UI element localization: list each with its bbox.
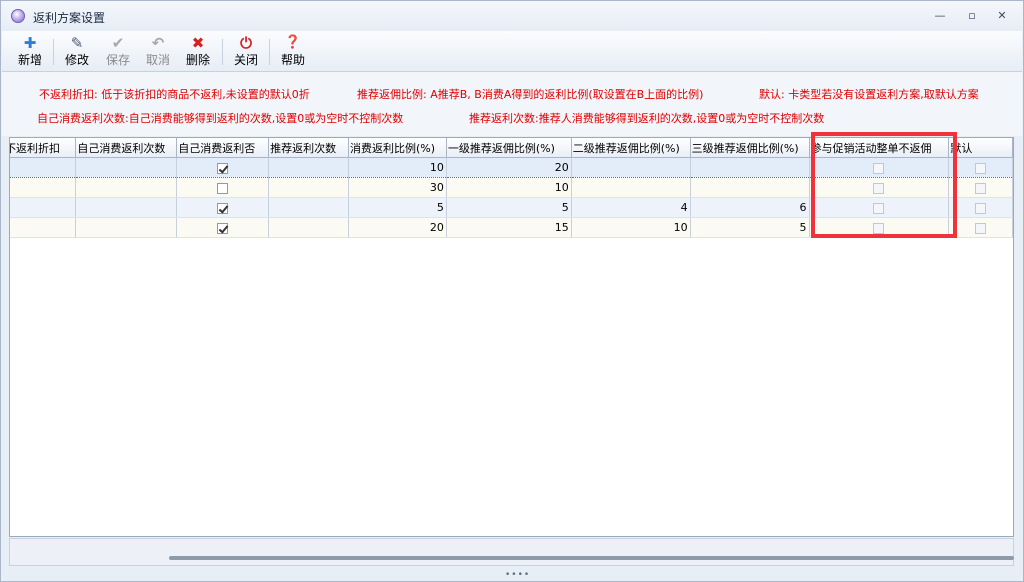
- cancel-label: 取消: [145, 53, 170, 67]
- toolbar-separator: [53, 39, 54, 65]
- cell-consume-ratio[interactable]: 20: [348, 217, 447, 238]
- info-panel: 不返利折扣: 低于该折扣的商品不返利,未设置的默认0折 推荐返佣比例: A推荐B…: [2, 72, 1022, 136]
- cell-discount[interactable]: [10, 197, 77, 218]
- default-checkbox[interactable]: [975, 182, 987, 194]
- app-logo-icon: [11, 9, 25, 23]
- info-self-times-note: 自己消费返利次数:自己消费能够得到返利的次数,设置0或为空时不控制次数: [37, 112, 404, 125]
- help-icon: ❓: [284, 35, 302, 50]
- cell-level2-ratio[interactable]: 4: [571, 197, 691, 218]
- cell-referral-times[interactable]: [268, 217, 349, 238]
- cell-level1-ratio[interactable]: 15: [446, 217, 572, 238]
- col-header-consume-ratio[interactable]: 消费返利比例(%): [348, 138, 447, 158]
- cell-discount[interactable]: [10, 157, 77, 178]
- self-rebate-checkbox[interactable]: [217, 222, 229, 234]
- self-rebate-checkbox[interactable]: [217, 182, 229, 194]
- toolbar: ✚ 新增 ✎ 修改 ✔ 保存 ↶ 取消 ✖ 删除 ⏻ 关闭 ❓ 帮助: [2, 31, 1022, 72]
- cell-level2-ratio[interactable]: [571, 177, 691, 198]
- check-icon: ✔: [111, 34, 125, 52]
- cell-level2-ratio[interactable]: [571, 157, 691, 178]
- cell-self-times[interactable]: [75, 217, 178, 238]
- help-label: 帮助: [280, 53, 305, 67]
- cell-level3-ratio[interactable]: 6: [690, 197, 810, 218]
- undo-icon: ↶: [151, 34, 165, 52]
- cell-level1-ratio[interactable]: 5: [446, 197, 572, 218]
- cell-default[interactable]: [948, 197, 1013, 218]
- bottom-panel: [9, 538, 1014, 566]
- info-discount-note: 不返利折扣: 低于该折扣的商品不返利,未设置的默认0折: [39, 88, 310, 101]
- cell-level1-ratio[interactable]: 10: [446, 177, 572, 198]
- cell-discount[interactable]: [10, 177, 77, 198]
- main-window: 返利方案设置 — ▫ ✕ ✚ 新增 ✎ 修改 ✔ 保存 ↶ 取消 ✖ 删除 ⏻ …: [0, 0, 1024, 582]
- cell-default[interactable]: [948, 177, 1013, 198]
- horizontal-scrollbar[interactable]: [169, 556, 1014, 560]
- edit-icon: ✎: [70, 34, 84, 52]
- highlight-box: [811, 132, 957, 238]
- info-referral-times-note: 推荐返利次数:推荐人消费能够得到返利的次数,设置0或为空时不控制次数: [469, 112, 825, 125]
- cell-self-rebate[interactable]: [176, 177, 270, 198]
- toolbar-separator: [269, 39, 270, 65]
- cell-self-times[interactable]: [75, 157, 178, 178]
- delete-label: 删除: [185, 53, 210, 67]
- col-header-level2-ratio[interactable]: 二级推荐返佣比例(%): [571, 138, 691, 158]
- col-header-default[interactable]: 默认: [948, 138, 1013, 158]
- edit-button[interactable]: ✎ 修改: [59, 34, 95, 68]
- col-header-referral-times[interactable]: 推荐返利次数: [268, 138, 349, 158]
- close-window-icon[interactable]: ✕: [991, 7, 1013, 25]
- self-rebate-checkbox[interactable]: [217, 162, 229, 174]
- close-label: 关闭: [233, 53, 258, 67]
- cell-self-rebate[interactable]: [176, 217, 270, 238]
- cancel-button[interactable]: ↶ 取消: [140, 34, 176, 68]
- default-checkbox[interactable]: [975, 202, 987, 214]
- cell-self-rebate[interactable]: [176, 197, 270, 218]
- default-checkbox[interactable]: [975, 222, 987, 234]
- self-rebate-checkbox[interactable]: [217, 202, 229, 214]
- cell-consume-ratio[interactable]: 5: [348, 197, 447, 218]
- maximize-icon[interactable]: ▫: [961, 7, 983, 25]
- cell-self-times[interactable]: [75, 177, 178, 198]
- col-header-self-times[interactable]: 自己消费返利次数: [75, 138, 178, 158]
- cell-consume-ratio[interactable]: 10: [348, 157, 447, 178]
- cell-referral-times[interactable]: [268, 157, 349, 178]
- cell-self-rebate[interactable]: [176, 157, 270, 178]
- cell-discount[interactable]: [10, 217, 77, 238]
- plus-icon: ✚: [23, 34, 37, 52]
- cell-default[interactable]: [948, 217, 1013, 238]
- resize-grip-icon[interactable]: ••••: [505, 570, 530, 580]
- col-header-level1-ratio[interactable]: 一级推荐返佣比例(%): [446, 138, 572, 158]
- save-label: 保存: [105, 53, 130, 67]
- cell-level2-ratio[interactable]: 10: [571, 217, 691, 238]
- toolbar-separator: [222, 39, 223, 65]
- cell-level1-ratio[interactable]: 20: [446, 157, 572, 178]
- help-button[interactable]: ❓ 帮助: [275, 34, 311, 68]
- delete-icon: ✖: [191, 34, 205, 52]
- save-button[interactable]: ✔ 保存: [100, 34, 136, 68]
- cell-self-times[interactable]: [75, 197, 178, 218]
- cell-level3-ratio[interactable]: [690, 177, 810, 198]
- col-header-level3-ratio[interactable]: 三级推荐返佣比例(%): [690, 138, 810, 158]
- col-header-discount[interactable]: 不返利折扣: [10, 138, 77, 158]
- add-button[interactable]: ✚ 新增: [12, 34, 48, 68]
- close-button[interactable]: ⏻ 关闭: [228, 34, 264, 68]
- title-bar[interactable]: 返利方案设置 — ▫ ✕: [1, 1, 1023, 31]
- minimize-icon[interactable]: —: [929, 7, 951, 25]
- cell-consume-ratio[interactable]: 30: [348, 177, 447, 198]
- cell-referral-times[interactable]: [268, 197, 349, 218]
- add-label: 新增: [17, 53, 42, 67]
- info-default-note: 默认: 卡类型若没有设置返利方案,取默认方案: [759, 88, 979, 101]
- window-title: 返利方案设置: [33, 11, 106, 25]
- power-icon: ⏻: [240, 34, 252, 52]
- cell-referral-times[interactable]: [268, 177, 349, 198]
- cell-level3-ratio[interactable]: [690, 157, 810, 178]
- cell-level3-ratio[interactable]: 5: [690, 217, 810, 238]
- col-header-self-rebate[interactable]: 自己消费返利否: [176, 138, 270, 158]
- cell-default[interactable]: [948, 157, 1013, 178]
- delete-button[interactable]: ✖ 删除: [180, 34, 216, 68]
- info-referral-ratio-note: 推荐返佣比例: A推荐B, B消费A得到的返利比例(取设置在B上面的比例): [357, 88, 704, 101]
- default-checkbox[interactable]: [975, 162, 987, 174]
- edit-label: 修改: [64, 53, 89, 67]
